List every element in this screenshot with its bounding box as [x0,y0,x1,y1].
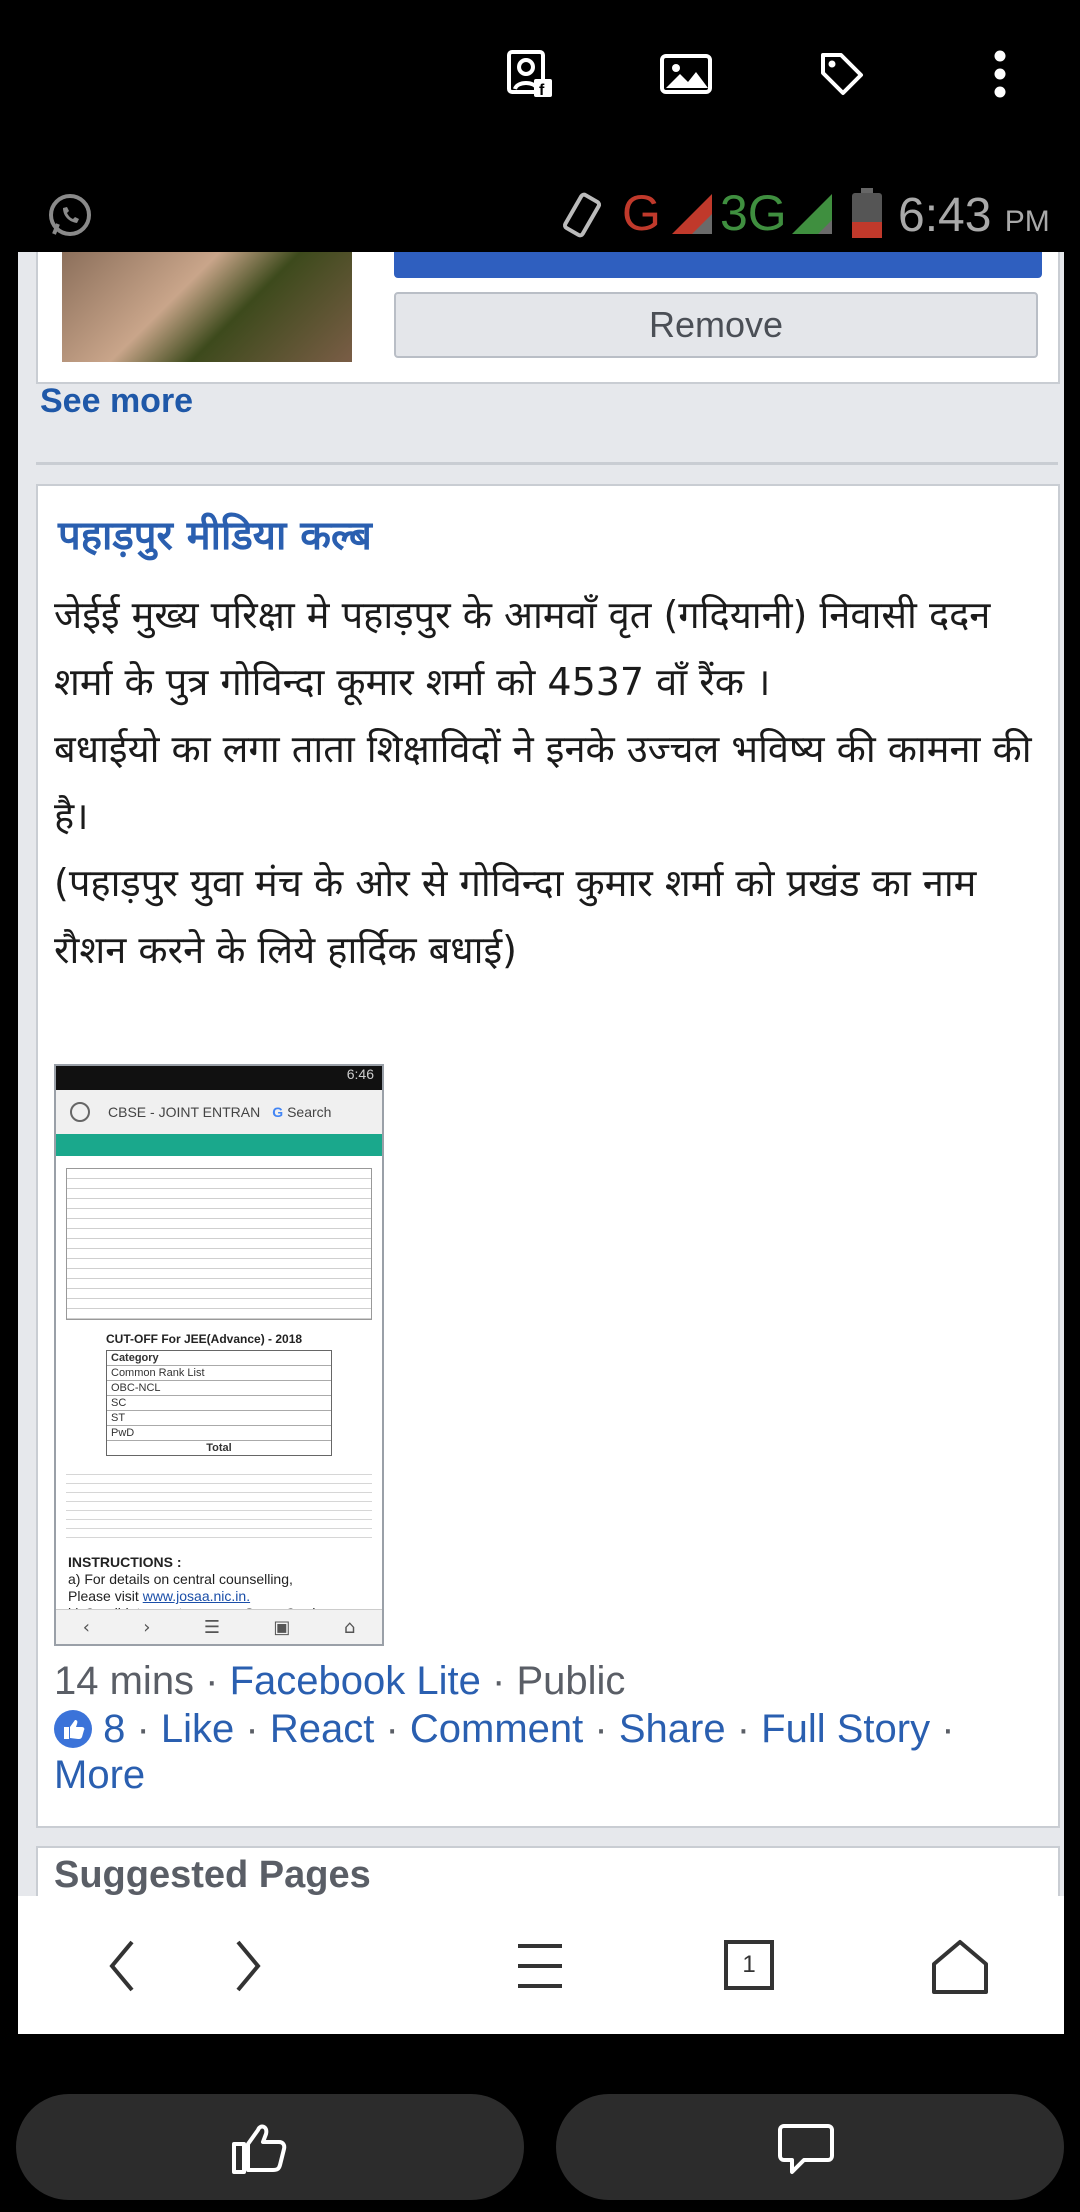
attachment-nav-bar: ‹ › ☰ ▣ ⌂ [56,1609,382,1644]
post-paragraph: जेईई मुख्य परिक्षा मे पहाड़पुर के आमवाँ … [54,593,991,704]
cutoff-row: SC [107,1395,331,1410]
like-photo-button[interactable] [16,2094,524,2200]
svg-text:f: f [539,82,545,99]
forward-icon: › [143,1616,151,1638]
home-icon[interactable] [928,1936,992,1996]
post-image[interactable]: 6:46 CBSE - JOINT ENTRAN G Search CUT-OF… [54,1064,384,1646]
cutoff-category-header: Category [111,1352,159,1364]
cutoff-total-row: Total [107,1440,331,1455]
attachment-table [66,1168,372,1320]
divider [36,462,1058,465]
attachment-notes [66,1466,372,1544]
remove-button[interactable]: Remove [394,292,1038,358]
react-button[interactable]: React [270,1707,375,1751]
status-time: 6:43 PM [898,189,1050,242]
back-icon[interactable] [96,1936,156,1996]
tag-facebook-user-icon[interactable]: f [500,44,560,104]
tag-icon[interactable] [812,44,872,104]
cutoff-row: ST [107,1410,331,1425]
facebook-lite-link[interactable]: Facebook Lite [230,1659,481,1703]
home-icon: ⌂ [343,1616,356,1638]
attachment-cutoff-table: Category Common Rank List OBC-NCL SC ST … [106,1350,332,1456]
friend-photo[interactable] [62,252,352,362]
like-reaction-icon [54,1710,92,1748]
cutoff-row: PwD [107,1425,331,1440]
comment-icon [778,2124,834,2174]
cutoff-row: Common Rank List [107,1365,331,1380]
menu-icon[interactable] [510,1936,570,1996]
menu-icon: ☰ [203,1616,221,1638]
add-friend-button[interactable] [394,252,1042,278]
suggested-pages-heading: Suggested Pages [54,1854,371,1896]
post-meta: 14 mins · Facebook Lite · Public 8 · Lik… [54,1659,955,1797]
status-bar: G 3G 6:43 PM [0,180,1080,252]
instructions-title: INSTRUCTIONS : [68,1554,182,1570]
full-story-link[interactable]: Full Story [761,1707,930,1751]
browser-nav-bar: 1 [18,1896,1064,2034]
tabs-button[interactable]: 1 [724,1940,774,1990]
attachment-search-label: Search [287,1104,332,1120]
attachment-status-bar: 6:46 [56,1066,382,1090]
attachment-address-bar: CBSE - JOINT ENTRAN G Search [56,1090,382,1134]
signal-icon [672,194,712,234]
instructions-line: Please visit [68,1588,139,1604]
post-paragraph: बधाईयो का लगा ताता शिक्षाविदों ने इनके उ… [54,727,1032,838]
attachment-header-strip [56,1134,382,1156]
cutoff-row: OBC-NCL [107,1380,331,1395]
attachment-tab-title: CBSE - JOINT ENTRAN [108,1104,261,1120]
more-link[interactable]: More [54,1753,145,1797]
thumbs-up-icon [232,2124,287,2174]
post-visibility: Public [516,1659,626,1703]
instructions-link: www.josaa.nic.in. [142,1588,251,1604]
post-paragraph: (पहाड़पुर युवा मंच के ओर से गोविन्दा कुम… [54,861,977,972]
network-g-label: G [622,185,661,241]
more-vertical-icon[interactable] [970,44,1030,104]
tabs-icon: ▣ [273,1616,291,1638]
attachment-instructions: INSTRUCTIONS : a) For details on central… [68,1554,370,1617]
comment-photo-button[interactable] [556,2094,1064,2200]
browser-logo-icon [70,1102,90,1122]
signal-2-icon [792,194,832,234]
like-count[interactable]: 8 [103,1707,125,1751]
image-icon[interactable] [656,44,716,104]
battery-icon [852,188,882,238]
like-button[interactable]: Like [161,1707,234,1751]
see-more-link[interactable]: See more [40,382,193,421]
forward-icon[interactable] [216,1936,276,1996]
friend-suggestion-card: Remove [36,252,1060,384]
whatsapp-icon [49,194,91,236]
post-time[interactable]: 14 mins [54,1659,194,1703]
share-button[interactable]: Share [619,1707,726,1751]
instructions-line: a) For details on central counselling, [68,1571,293,1587]
vibrate-icon [562,192,602,238]
page-name-link[interactable]: पहाड़पुर मीडिया कल्ब [58,506,372,561]
google-icon: G [272,1104,284,1120]
browser-viewport: Remove See more पहाड़पुर मीडिया कल्ब जेई… [18,252,1064,2034]
attachment-cutoff-title: CUT-OFF For JEE(Advance) - 2018 [106,1332,303,1346]
comment-button[interactable]: Comment [410,1707,583,1751]
back-icon: ‹ [82,1616,90,1638]
post-text: जेईई मुख्य परिक्षा मे पहाड़पुर के आमवाँ … [54,582,1044,984]
network-3g-label: 3G [720,185,787,241]
